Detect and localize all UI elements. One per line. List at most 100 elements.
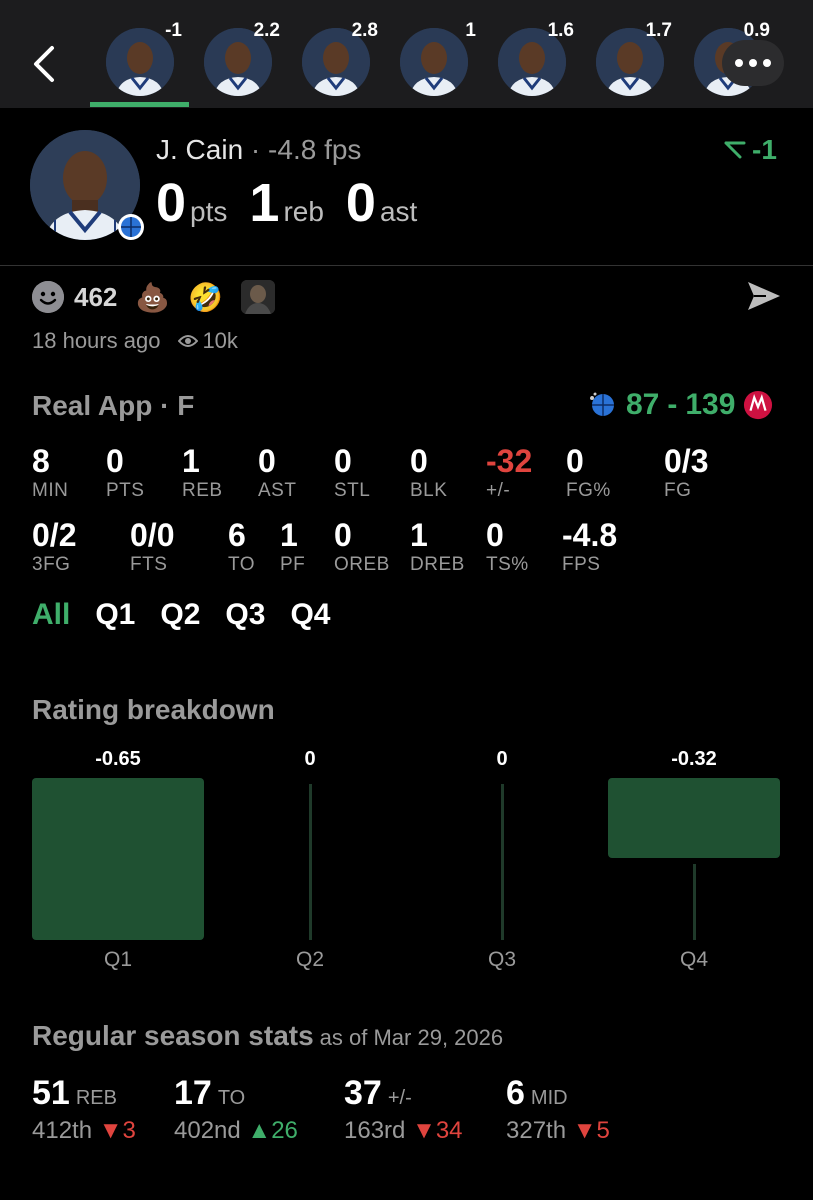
player-thumb-value: 2.2 — [253, 20, 280, 41]
stat-cell-fg: 0/3 FG — [664, 444, 708, 502]
arrow-down-icon: ▼ — [412, 1117, 436, 1144]
season-stat-unit: TO — [217, 1087, 246, 1109]
tab-q1[interactable]: Q1 — [95, 598, 135, 632]
stat-cell-fps: -4.8 FPS — [562, 518, 617, 576]
season-stats-heading: Regular season stats — [32, 1020, 314, 1051]
rating-bar-q4[interactable] — [608, 778, 780, 858]
rank-change: ▲26 — [247, 1117, 297, 1144]
stat-value: 0 — [258, 443, 276, 479]
quarter-label: Q3 — [487, 948, 516, 971]
player-avatar-thumb[interactable]: -1 — [106, 20, 182, 96]
more-button[interactable] — [722, 40, 784, 86]
player-avatar-thumb[interactable]: 1 — [400, 20, 476, 96]
team-logo-icon — [118, 214, 144, 240]
stat-cell-stl: 0 STL — [334, 444, 370, 502]
stat-value: 1 — [410, 517, 428, 553]
stat-label: FG — [664, 480, 692, 501]
player-thumb-value: 1 — [465, 20, 476, 41]
stat-value: 0 — [334, 517, 352, 553]
view-count: 10k — [202, 328, 238, 353]
stat-cell-dreb: 1 DREB — [410, 518, 465, 576]
tab-q3[interactable]: Q3 — [225, 598, 265, 632]
player-fps: -4.8 fps — [268, 134, 362, 165]
chevron-left-icon — [34, 46, 54, 82]
season-stat-mid: 6 MID 327th ▼5 — [506, 1074, 610, 1145]
season-stat-reb: 51 REB 412th ▼3 — [32, 1074, 136, 1145]
user-avatar[interactable] — [241, 280, 276, 314]
stat-label: BLK — [410, 480, 448, 501]
season-stat-rank: 327th — [506, 1117, 567, 1144]
rating-breakdown-title: Rating breakdown — [32, 694, 275, 725]
post-meta: 18 hours ago 10k — [32, 328, 238, 354]
arrow-down-icon: ▼ — [572, 1117, 597, 1144]
player-thumb-value: -1 — [165, 20, 182, 41]
stat-value: 8 — [32, 443, 50, 479]
stat-value: -32 — [486, 443, 533, 479]
stat-label: PF — [280, 554, 306, 575]
rating-bar-q1[interactable] — [32, 778, 204, 940]
laughing-emoji[interactable]: 🤣 — [188, 281, 223, 314]
tab-q4[interactable]: Q4 — [290, 598, 330, 632]
reaction-smiley-icon[interactable] — [32, 281, 64, 313]
stat-value: 0 — [566, 443, 584, 479]
player-avatar-thumb[interactable]: 2.2 — [204, 20, 280, 96]
player-thumb-icon — [400, 28, 468, 96]
stat-label: 3FG — [32, 554, 71, 575]
player-avatar-thumb[interactable]: 1.7 — [596, 20, 672, 96]
reb-label: reb — [283, 196, 324, 227]
rank-change-value: 5 — [596, 1117, 610, 1144]
player-thumb-icon — [106, 28, 174, 96]
stat-cell-blk: 0 BLK — [410, 444, 447, 502]
stat-value: -4.8 — [562, 517, 618, 553]
tab-q2[interactable]: Q2 — [160, 598, 200, 632]
season-stat-rank: 163rd — [344, 1117, 406, 1144]
game-score[interactable]: 87-139 — [588, 388, 773, 422]
stat-cell-min: 8 MIN — [32, 444, 68, 502]
player-avatar-strip: -1 2.2 2.8 1 1.6 1.7 0.9 — [90, 0, 813, 108]
pts-label: pts — [190, 196, 228, 227]
poop-emoji[interactable]: 💩 — [135, 281, 170, 314]
back-button[interactable] — [26, 40, 66, 88]
trend-value: -1 — [752, 134, 777, 165]
stat-cell-fts: 0/0 FTS — [130, 518, 174, 576]
stat-cell-pf: 1 PF — [280, 518, 305, 576]
dot-icon — [763, 59, 771, 67]
rating-baseline-q2 — [309, 784, 312, 940]
stat-label: REB — [182, 480, 223, 501]
share-send-button[interactable] — [746, 280, 782, 317]
score-away: 139 — [685, 388, 736, 421]
season-stat-value: 17 — [174, 1074, 212, 1112]
stat-cell-ts-: 0 TS% — [486, 518, 529, 576]
stat-cell-ast: 0 AST — [258, 444, 296, 502]
stat-cell-to: 6 TO — [228, 518, 255, 576]
stat-value: 0 — [486, 517, 504, 553]
player-avatar-thumb[interactable]: 1.6 — [498, 20, 574, 96]
reb-value: 1 — [249, 173, 280, 233]
player-avatar-thumb[interactable]: 2.8 — [302, 20, 378, 96]
season-stat--: 37 +/- 163rd ▼34 — [344, 1074, 463, 1145]
stat-value: 0/3 — [664, 443, 709, 479]
stat-label: OREB — [334, 554, 390, 575]
rank-change-value: 26 — [271, 1117, 298, 1144]
trend-down-icon — [724, 141, 746, 159]
stat-value: 1 — [182, 443, 200, 479]
score-separator: - — [667, 388, 678, 421]
quarter-label: Q1 — [103, 948, 132, 971]
rank-change-value: 3 — [122, 1117, 136, 1144]
season-stat-unit: MID — [530, 1087, 568, 1109]
score-home: 87 — [626, 388, 660, 421]
stat-cell-3fg: 0/2 3FG — [32, 518, 76, 576]
raptors-logo-icon — [744, 390, 773, 420]
stat-value: 1 — [280, 517, 298, 553]
reactions-row: 462 💩 🤣 — [32, 280, 276, 314]
season-stat-rank: 412th — [32, 1117, 93, 1144]
tab-all[interactable]: All — [32, 598, 70, 632]
pts-value: 0 — [156, 173, 187, 233]
season-stat-value: 51 — [32, 1074, 70, 1112]
reaction-count: 462 — [74, 281, 118, 312]
quarter-tabs: All Q1 Q2 Q3 Q4 — [32, 598, 330, 632]
dot-icon — [735, 59, 743, 67]
quarter-label: Q4 — [679, 948, 708, 971]
stat-cell-oreb: 0 OREB — [334, 518, 390, 576]
player-thumb-value: 2.8 — [351, 20, 378, 41]
